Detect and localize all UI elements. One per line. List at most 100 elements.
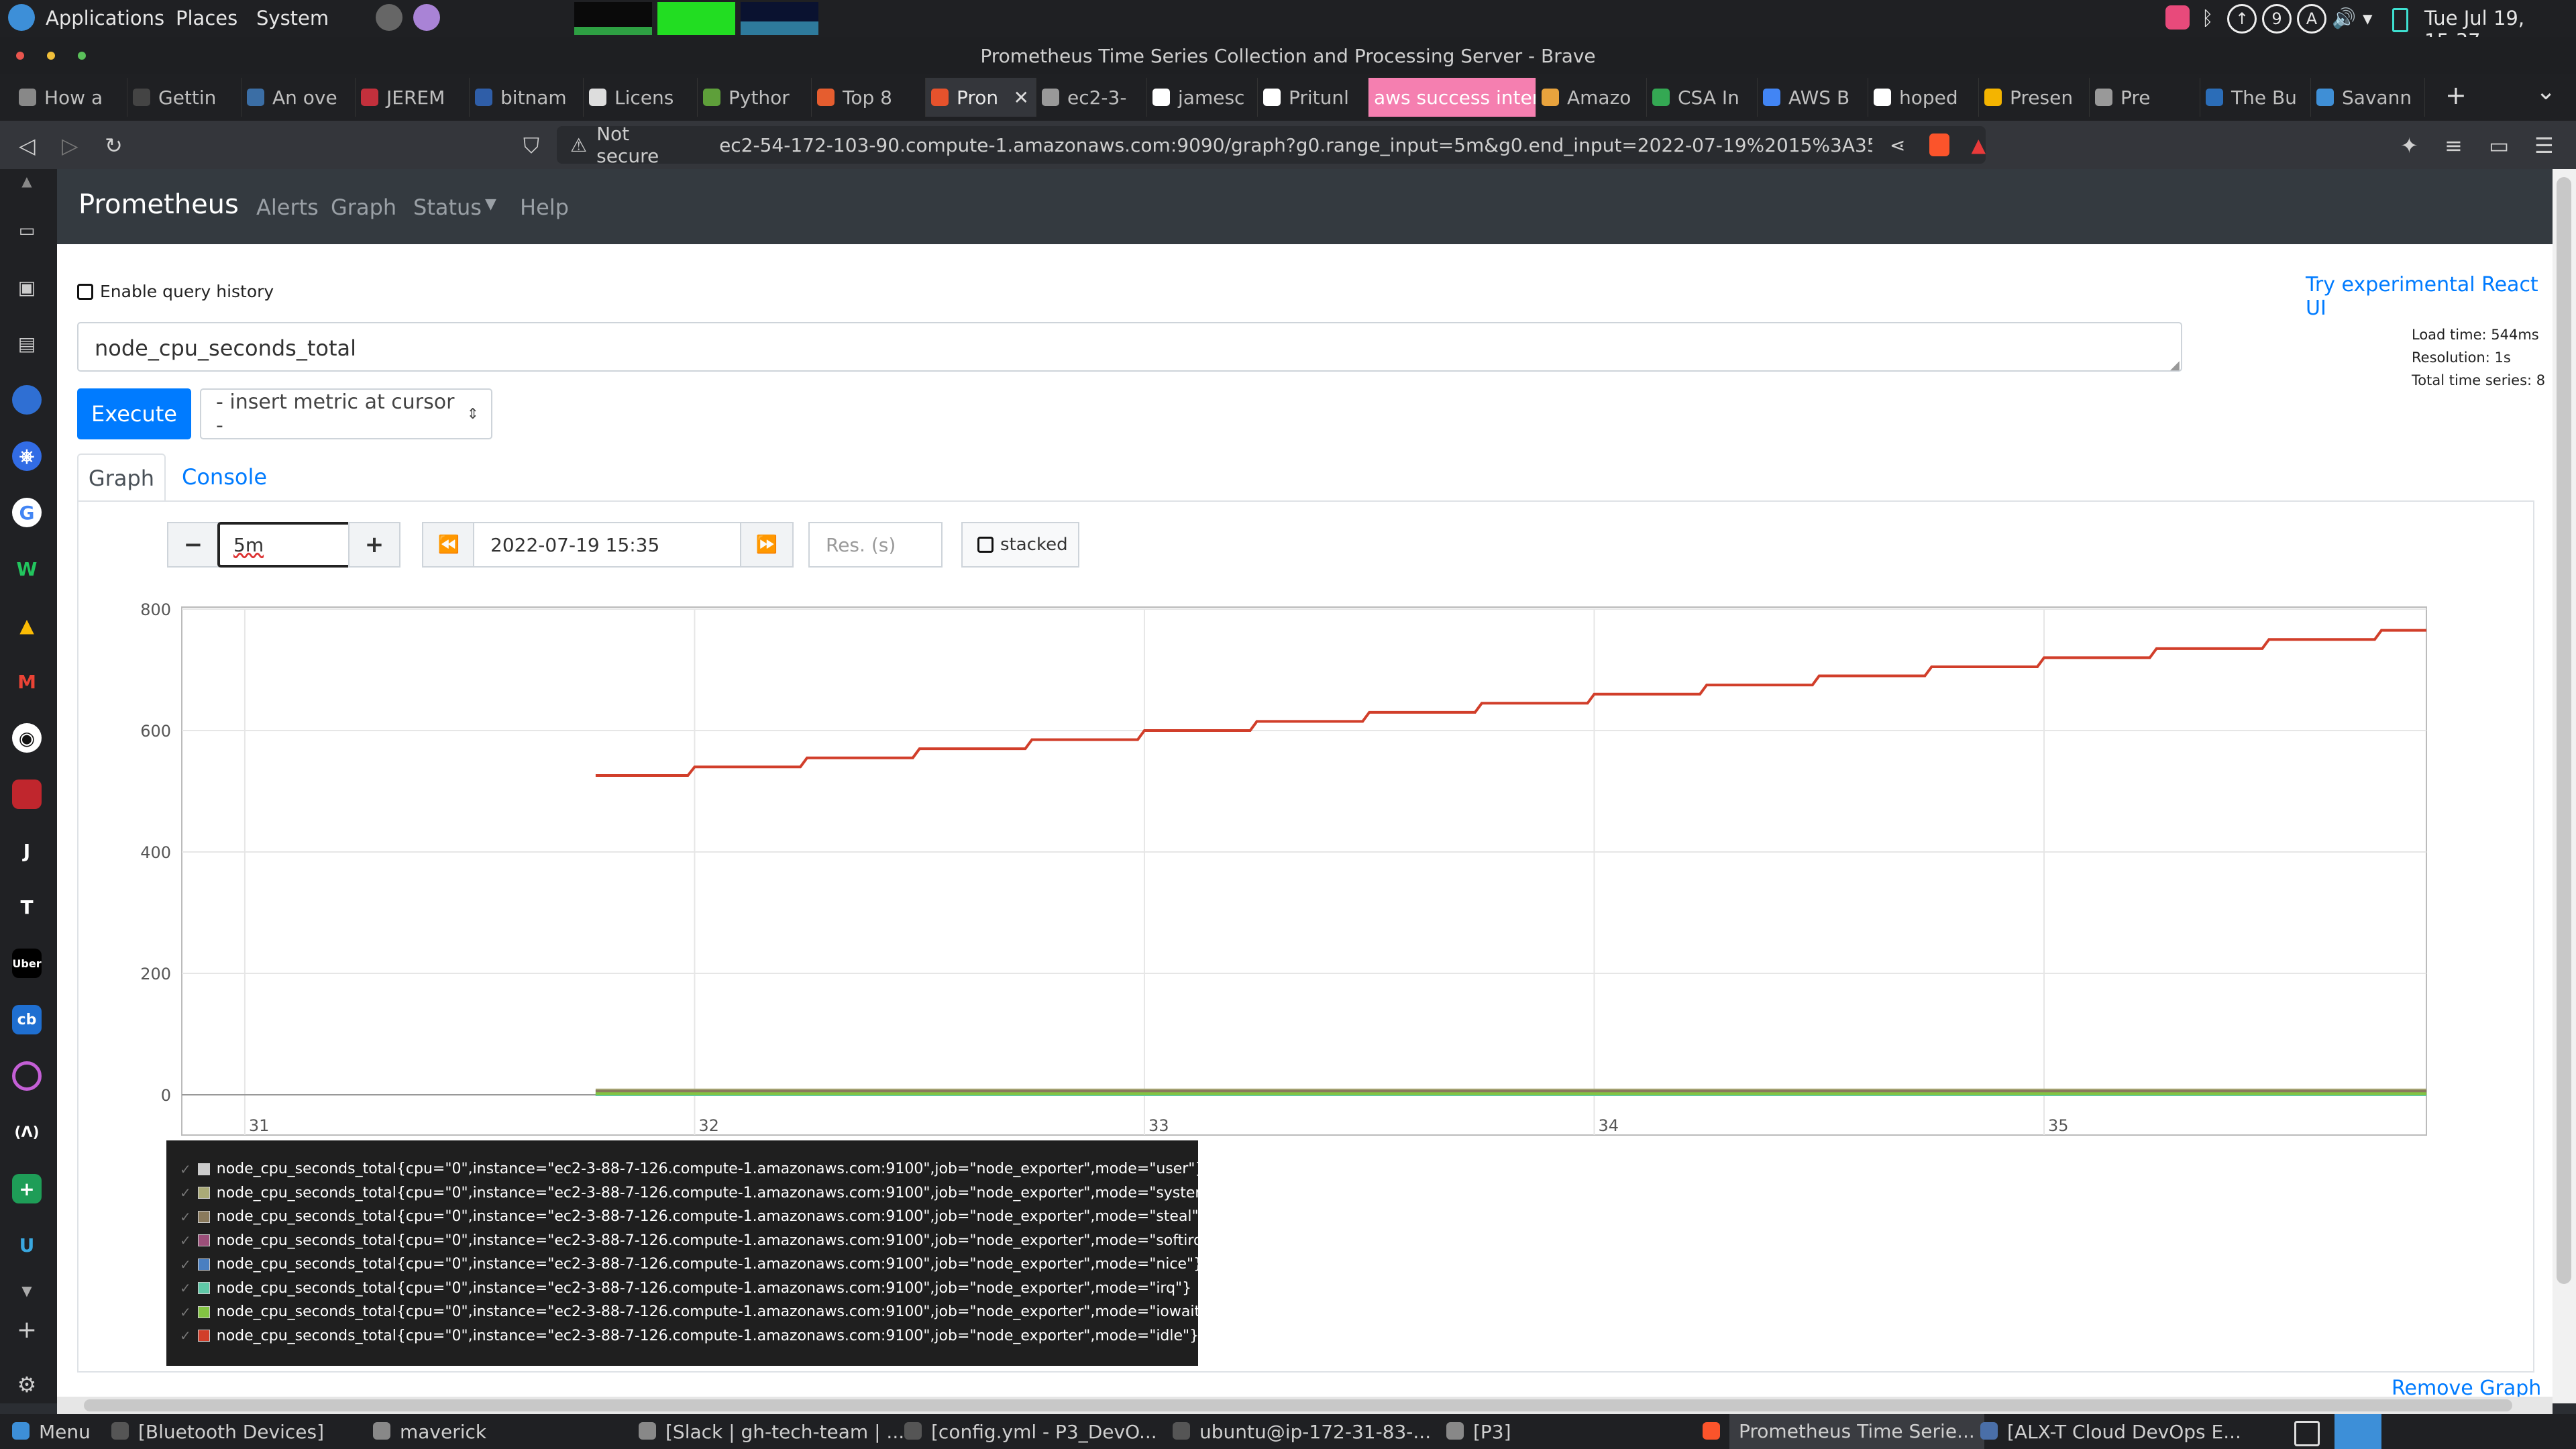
sidebar-firefox-icon[interactable] bbox=[12, 385, 42, 415]
sidebar-freecodecamp-icon[interactable]: (Λ) bbox=[12, 1118, 42, 1147]
insert-metric-select[interactable]: - insert metric at cursor - ⇕ bbox=[200, 388, 492, 439]
terminal-launcher-icon[interactable] bbox=[376, 4, 402, 31]
sidebar-drive-icon[interactable]: ▲ bbox=[12, 610, 42, 640]
sidebar-github-icon[interactable]: ◉ bbox=[12, 723, 42, 753]
url-text[interactable]: ec2-54-172-103-90.compute-1.amazonaws.co… bbox=[719, 134, 1872, 156]
taskbar-item[interactable]: Prometheus Time Serie... bbox=[1729, 1414, 1984, 1449]
stacked-checkbox[interactable] bbox=[977, 537, 994, 553]
taskbar-item[interactable]: [config.yml - P3_DevO... bbox=[931, 1421, 1157, 1443]
taskbar-item[interactable]: ubuntu@ip-172-31-83-... bbox=[1199, 1421, 1431, 1443]
sidebar-video-icon[interactable]: ▭ bbox=[12, 216, 42, 246]
resize-handle-icon[interactable]: ◢ bbox=[2170, 358, 2180, 372]
nav-alerts[interactable]: Alerts bbox=[256, 195, 319, 220]
sidebar-circle-icon[interactable] bbox=[12, 1061, 42, 1091]
taskbar-tray-icon[interactable] bbox=[2294, 1421, 2320, 1446]
legend-item[interactable]: ✓ node_cpu_seconds_total{cpu="0",instance… bbox=[180, 1328, 1199, 1344]
extensions-icon[interactable]: ✦ bbox=[2400, 133, 2418, 158]
browser-tab[interactable]: Gettin bbox=[127, 78, 241, 117]
brave-tray-icon[interactable] bbox=[2334, 1414, 2381, 1449]
browser-tab[interactable]: aws success inter bbox=[1368, 78, 1536, 117]
legend-item[interactable]: ✓ node_cpu_seconds_total{cpu="0",instance… bbox=[180, 1161, 1204, 1177]
expression-input[interactable]: node_cpu_seconds_total bbox=[77, 322, 2182, 372]
browser-menu-icon[interactable]: ☰ bbox=[2534, 133, 2554, 158]
browser-tab[interactable]: Savann bbox=[2311, 78, 2425, 117]
sidebar-kubernetes-icon[interactable]: ⎈ bbox=[12, 441, 42, 471]
url-bar[interactable]: ⚠ Not secure ec2-54-172-103-90.compute-1… bbox=[557, 123, 1986, 167]
sidebar-upwork-icon[interactable]: U bbox=[12, 1230, 42, 1260]
sidebar-j-icon[interactable]: J bbox=[12, 836, 42, 865]
sidebar-settings-icon[interactable]: ⚙ bbox=[12, 1370, 42, 1399]
bookmark-icon[interactable]: ⛉ bbox=[523, 133, 539, 159]
sidebar-more-icon[interactable]: ▼ bbox=[12, 1276, 42, 1305]
taskbar-item[interactable]: maverick bbox=[400, 1421, 486, 1443]
browser-tab[interactable]: bitnam bbox=[470, 78, 584, 117]
tab-list-dropdown-icon[interactable]: ⌄ bbox=[2536, 78, 2556, 105]
range-increase-button[interactable]: + bbox=[348, 522, 400, 568]
taskbar-item[interactable]: [Slack | gh-tech-team | ... bbox=[665, 1421, 904, 1443]
wallet-icon[interactable]: ▭ bbox=[2489, 133, 2509, 158]
sidebar-scroll-up-icon[interactable]: ▲ bbox=[12, 173, 42, 189]
browser-tab[interactable]: CSA In bbox=[1647, 78, 1758, 117]
browser-tab[interactable]: How a bbox=[13, 78, 127, 117]
volume-tray-icon[interactable]: 🔊 bbox=[2332, 7, 2356, 30]
forward-icon[interactable]: ▷ bbox=[62, 133, 78, 158]
brave-shields-icon[interactable] bbox=[1929, 133, 1950, 156]
browser-tab[interactable]: hoped bbox=[1868, 78, 1979, 117]
browser-tab[interactable]: Pron ✕ bbox=[926, 78, 1036, 117]
sidebar-t-icon[interactable]: T bbox=[12, 892, 42, 922]
distro-logo-icon[interactable] bbox=[8, 4, 35, 31]
menu-places[interactable]: Places bbox=[176, 7, 237, 30]
sidebar-bookmarks-icon[interactable]: ▤ bbox=[12, 329, 42, 358]
browser-tab[interactable]: jamesc bbox=[1147, 78, 1258, 117]
taskbar-item[interactable]: Menu bbox=[39, 1421, 91, 1443]
range-input[interactable]: 5m bbox=[217, 522, 352, 568]
tab-console[interactable]: Console bbox=[182, 464, 267, 490]
nav-status[interactable]: Status bbox=[413, 195, 482, 220]
browser-tab[interactable]: Licens bbox=[584, 78, 698, 117]
horizontal-scrollbar[interactable] bbox=[57, 1397, 2553, 1414]
end-time-input[interactable]: 2022-07-19 15:35 bbox=[473, 522, 743, 568]
new-tab-icon[interactable]: + bbox=[2445, 80, 2467, 110]
prometheus-brand[interactable]: Prometheus bbox=[78, 189, 239, 220]
browser-tab[interactable]: Top 8 bbox=[812, 78, 926, 117]
menu-applications[interactable]: Applications bbox=[46, 7, 164, 30]
range-decrease-button[interactable]: − bbox=[167, 522, 219, 568]
legend-item[interactable]: ✓ node_cpu_seconds_total{cpu="0",instance… bbox=[180, 1280, 1191, 1297]
sidebar-uber-icon[interactable]: Uber bbox=[12, 949, 42, 978]
vscroll-thumb[interactable] bbox=[2557, 177, 2571, 1284]
accessibility-tray-icon[interactable]: A bbox=[2297, 4, 2326, 34]
end-time-forward-button[interactable]: ⏩ bbox=[740, 522, 794, 568]
tab-graph[interactable]: Graph bbox=[77, 453, 166, 502]
browser-tab[interactable]: AWS B bbox=[1758, 78, 1868, 117]
browser-tab[interactable]: ec2-3- bbox=[1036, 78, 1147, 117]
sidebar-google-icon[interactable]: G bbox=[12, 498, 42, 527]
legend-item[interactable]: ✓ node_cpu_seconds_total{cpu="0",instance… bbox=[180, 1232, 1219, 1249]
legend-item[interactable]: ✓ node_cpu_seconds_total{cpu="0",instance… bbox=[180, 1185, 1226, 1201]
sidebar-cb-icon[interactable]: cb bbox=[12, 1005, 42, 1034]
stacked-toggle[interactable]: stacked bbox=[961, 522, 1079, 568]
brave-rewards-icon[interactable]: ▲ bbox=[1971, 134, 1986, 156]
browser-tab[interactable]: Presen bbox=[1979, 78, 2090, 117]
security-label[interactable]: Not secure bbox=[596, 123, 698, 167]
browser-tab[interactable]: Pre bbox=[2090, 78, 2200, 117]
text-editor-launcher-icon[interactable] bbox=[413, 4, 440, 31]
sidebar-wellfound-icon[interactable]: W bbox=[12, 554, 42, 584]
taskbar-item[interactable]: [Bluetooth Devices] bbox=[138, 1421, 324, 1443]
notification-count-icon[interactable]: 9 bbox=[2262, 4, 2292, 34]
execute-button[interactable]: Execute bbox=[77, 388, 191, 439]
browser-tab[interactable]: An ove bbox=[241, 78, 356, 117]
sidebar-sheets-icon[interactable]: + bbox=[12, 1174, 42, 1203]
browser-tab[interactable]: JEREM bbox=[356, 78, 470, 117]
tab-close-icon[interactable]: ✕ bbox=[1014, 87, 1029, 109]
resolution-input[interactable]: Res. (s) bbox=[808, 522, 943, 568]
menu-system[interactable]: System bbox=[256, 7, 329, 30]
sidebar-gmail-icon[interactable]: M bbox=[12, 667, 42, 696]
battery-tray-icon[interactable] bbox=[2392, 8, 2408, 32]
browser-tab[interactable]: Pritunl bbox=[1258, 78, 1368, 117]
share-icon[interactable]: ⋖ bbox=[1890, 134, 1905, 156]
update-tray-icon[interactable]: ↑ bbox=[2227, 4, 2257, 34]
browser-tab[interactable]: Pythor bbox=[698, 78, 812, 117]
status-dropdown-caret-icon[interactable]: ▼ bbox=[485, 196, 496, 213]
end-time-back-button[interactable]: ⏪ bbox=[422, 522, 476, 568]
wifi-tray-icon[interactable]: ▾ bbox=[2363, 7, 2373, 30]
